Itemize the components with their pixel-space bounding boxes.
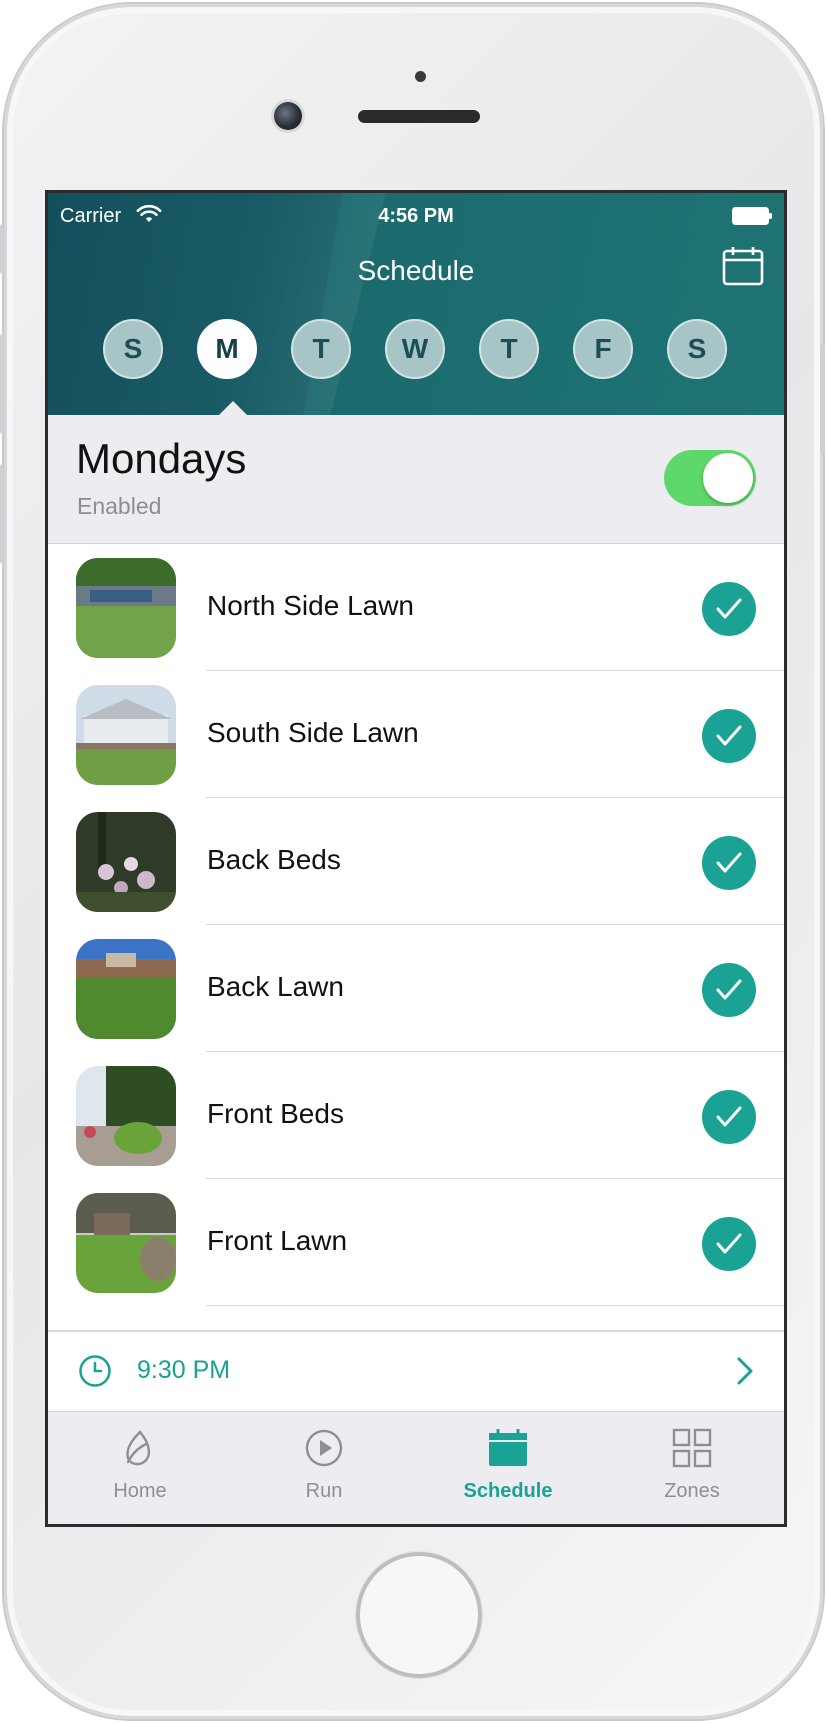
start-time-value: 9:30 PM xyxy=(137,1356,231,1384)
tab-schedule[interactable]: Schedule xyxy=(416,1412,600,1524)
grid-icon xyxy=(672,1428,712,1468)
day-tuesday[interactable]: T xyxy=(291,319,351,379)
clock-icon xyxy=(79,1355,111,1387)
checkmark-icon xyxy=(716,1233,742,1254)
checkmark-icon xyxy=(716,979,742,1000)
tab-label: Schedule xyxy=(463,1480,553,1502)
day-monday[interactable]: M xyxy=(197,319,257,379)
zone-checkbox[interactable] xyxy=(702,836,756,890)
day-saturday[interactable]: S xyxy=(667,319,727,379)
zone-photo xyxy=(76,685,176,785)
tab-bar: Home Run Schedule Zones xyxy=(48,1411,784,1524)
leaf-icon xyxy=(126,1430,151,1466)
day-thursday[interactable]: T xyxy=(479,319,539,379)
day-settings: Mondays Enabled xyxy=(48,415,784,544)
zone-name: South Side Lawn xyxy=(207,717,419,748)
list-item[interactable]: Front Beds xyxy=(48,1052,784,1179)
zone-checkbox[interactable] xyxy=(702,1090,756,1144)
tab-run[interactable]: Run xyxy=(232,1412,416,1524)
volume-up-button xyxy=(0,334,5,434)
proximity-sensor xyxy=(415,71,426,82)
zone-list: North Side Lawn South Side Lawn Back Bed… xyxy=(48,544,784,1306)
day-sunday[interactable]: S xyxy=(103,319,163,379)
battery-icon xyxy=(732,207,772,225)
day-selector: S M T W T F S xyxy=(103,319,743,383)
zone-name: Front Beds xyxy=(207,1098,344,1129)
page-title: Schedule xyxy=(357,255,475,286)
list-item[interactable]: Back Beds xyxy=(48,798,784,925)
checkmark-icon xyxy=(716,852,742,873)
checkmark-icon xyxy=(716,1106,742,1127)
power-button xyxy=(820,344,825,454)
front-camera xyxy=(274,102,302,130)
zone-name: North Side Lawn xyxy=(207,590,415,621)
day-wednesday[interactable]: W xyxy=(385,319,445,379)
day-title: Mondays xyxy=(76,435,247,482)
day-enabled-toggle[interactable] xyxy=(664,450,756,506)
day-status: Enabled xyxy=(77,493,162,519)
zone-name: Front Lawn xyxy=(207,1225,348,1256)
app-screen: Carrier 4:56 PM Schedule S M T W T F S M… xyxy=(48,193,784,1524)
list-item[interactable]: North Side Lawn xyxy=(48,544,784,671)
list-item[interactable]: Front Lawn xyxy=(48,1179,784,1306)
checkmark-icon xyxy=(716,598,742,619)
tab-label: Zones xyxy=(664,1480,720,1502)
chevron-right-icon xyxy=(737,1357,753,1385)
status-bar: Carrier 4:56 PM xyxy=(48,201,784,231)
list-item[interactable]: Back Lawn xyxy=(48,925,784,1052)
tab-zones[interactable]: Zones xyxy=(600,1412,784,1524)
zone-photo xyxy=(76,939,176,1039)
zone-checkbox[interactable] xyxy=(702,582,756,636)
zone-name: Back Lawn xyxy=(207,971,344,1002)
row-divider xyxy=(206,1305,784,1306)
toggle-knob xyxy=(703,453,753,503)
zone-name: Back Beds xyxy=(207,844,341,875)
zone-photo xyxy=(76,1066,176,1166)
zone-photo xyxy=(76,812,176,912)
silent-switch xyxy=(0,224,5,274)
zone-checkbox[interactable] xyxy=(702,1217,756,1271)
play-icon xyxy=(305,1429,343,1467)
tab-label: Home xyxy=(113,1480,167,1502)
schedule-header: Carrier 4:56 PM Schedule S M T W T F S xyxy=(48,193,784,417)
checkmark-icon xyxy=(716,725,742,746)
start-time-row[interactable]: 9:30 PM xyxy=(48,1330,784,1412)
earpiece-speaker xyxy=(358,110,480,123)
zone-photo xyxy=(76,558,176,658)
calendar-icon xyxy=(489,1429,527,1466)
volume-down-button xyxy=(0,464,5,564)
day-friday[interactable]: F xyxy=(573,319,633,379)
home-button[interactable] xyxy=(356,1552,482,1678)
list-item[interactable]: South Side Lawn xyxy=(48,671,784,798)
zone-checkbox[interactable] xyxy=(702,709,756,763)
calendar-icon[interactable] xyxy=(722,245,764,287)
zone-photo xyxy=(76,1193,176,1293)
zone-checkbox[interactable] xyxy=(702,963,756,1017)
tab-label: Run xyxy=(305,1480,343,1502)
tab-home[interactable]: Home xyxy=(48,1412,232,1524)
status-time: 4:56 PM xyxy=(378,205,454,227)
